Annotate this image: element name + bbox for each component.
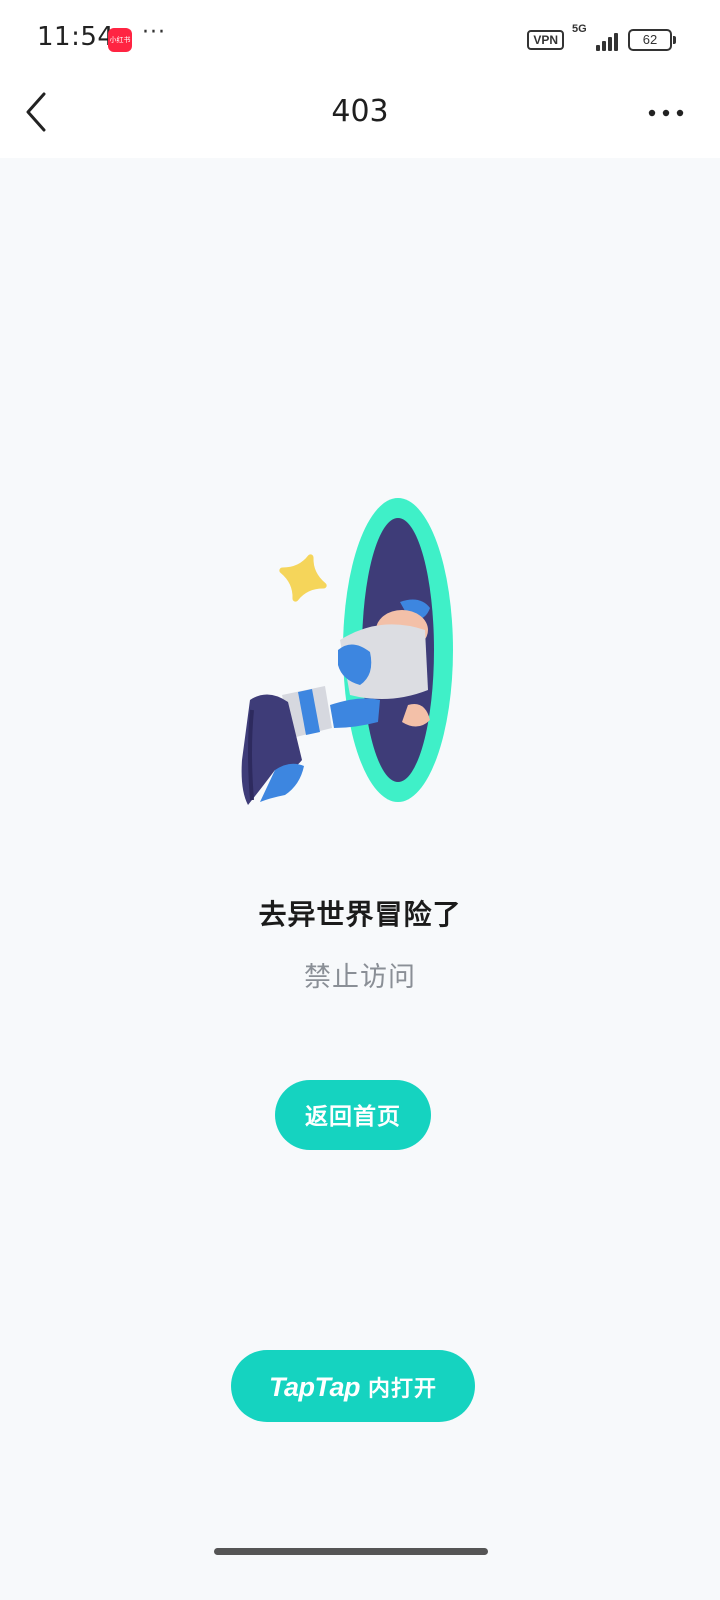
network-type-label: 5G (572, 23, 587, 35)
open-in-app-label: 内打开 (367, 1376, 437, 1401)
vpn-icon: VPN (527, 30, 564, 50)
status-more-icon: ··· (142, 20, 166, 45)
status-indicators: VPN 5G 62 (527, 23, 676, 54)
back-to-home-button[interactable]: 返回首页 (275, 1080, 431, 1150)
error-subtitle: 禁止访问 (304, 962, 416, 993)
nav-bar: 403 (0, 78, 720, 158)
error-title: 去异世界冒险了 (258, 898, 462, 931)
illustration-graphic (241, 498, 453, 805)
xiaohongshu-app-icon: 小红书 (108, 28, 132, 52)
screen: 11:54 小红书 ··· VPN 5G 62 403 去异世界冒险了 禁止访问… (0, 0, 720, 1600)
status-time: 11:54 (37, 22, 115, 52)
status-bar: 11:54 小红书 ··· VPN 5G 62 (0, 0, 720, 78)
open-in-taptap-button[interactable]: TapTap 内打开 (231, 1350, 475, 1422)
more-horizontal-icon (648, 109, 684, 117)
taptap-logo-text: TapTap (268, 1372, 361, 1402)
signal-icon: 5G (572, 23, 618, 51)
star-icon (279, 554, 327, 602)
home-indicator[interactable] (214, 1548, 488, 1555)
more-button[interactable] (646, 96, 686, 130)
page-title: 403 (331, 94, 389, 129)
portal-legs-illustration (230, 490, 470, 820)
battery-icon: 62 (628, 29, 676, 51)
